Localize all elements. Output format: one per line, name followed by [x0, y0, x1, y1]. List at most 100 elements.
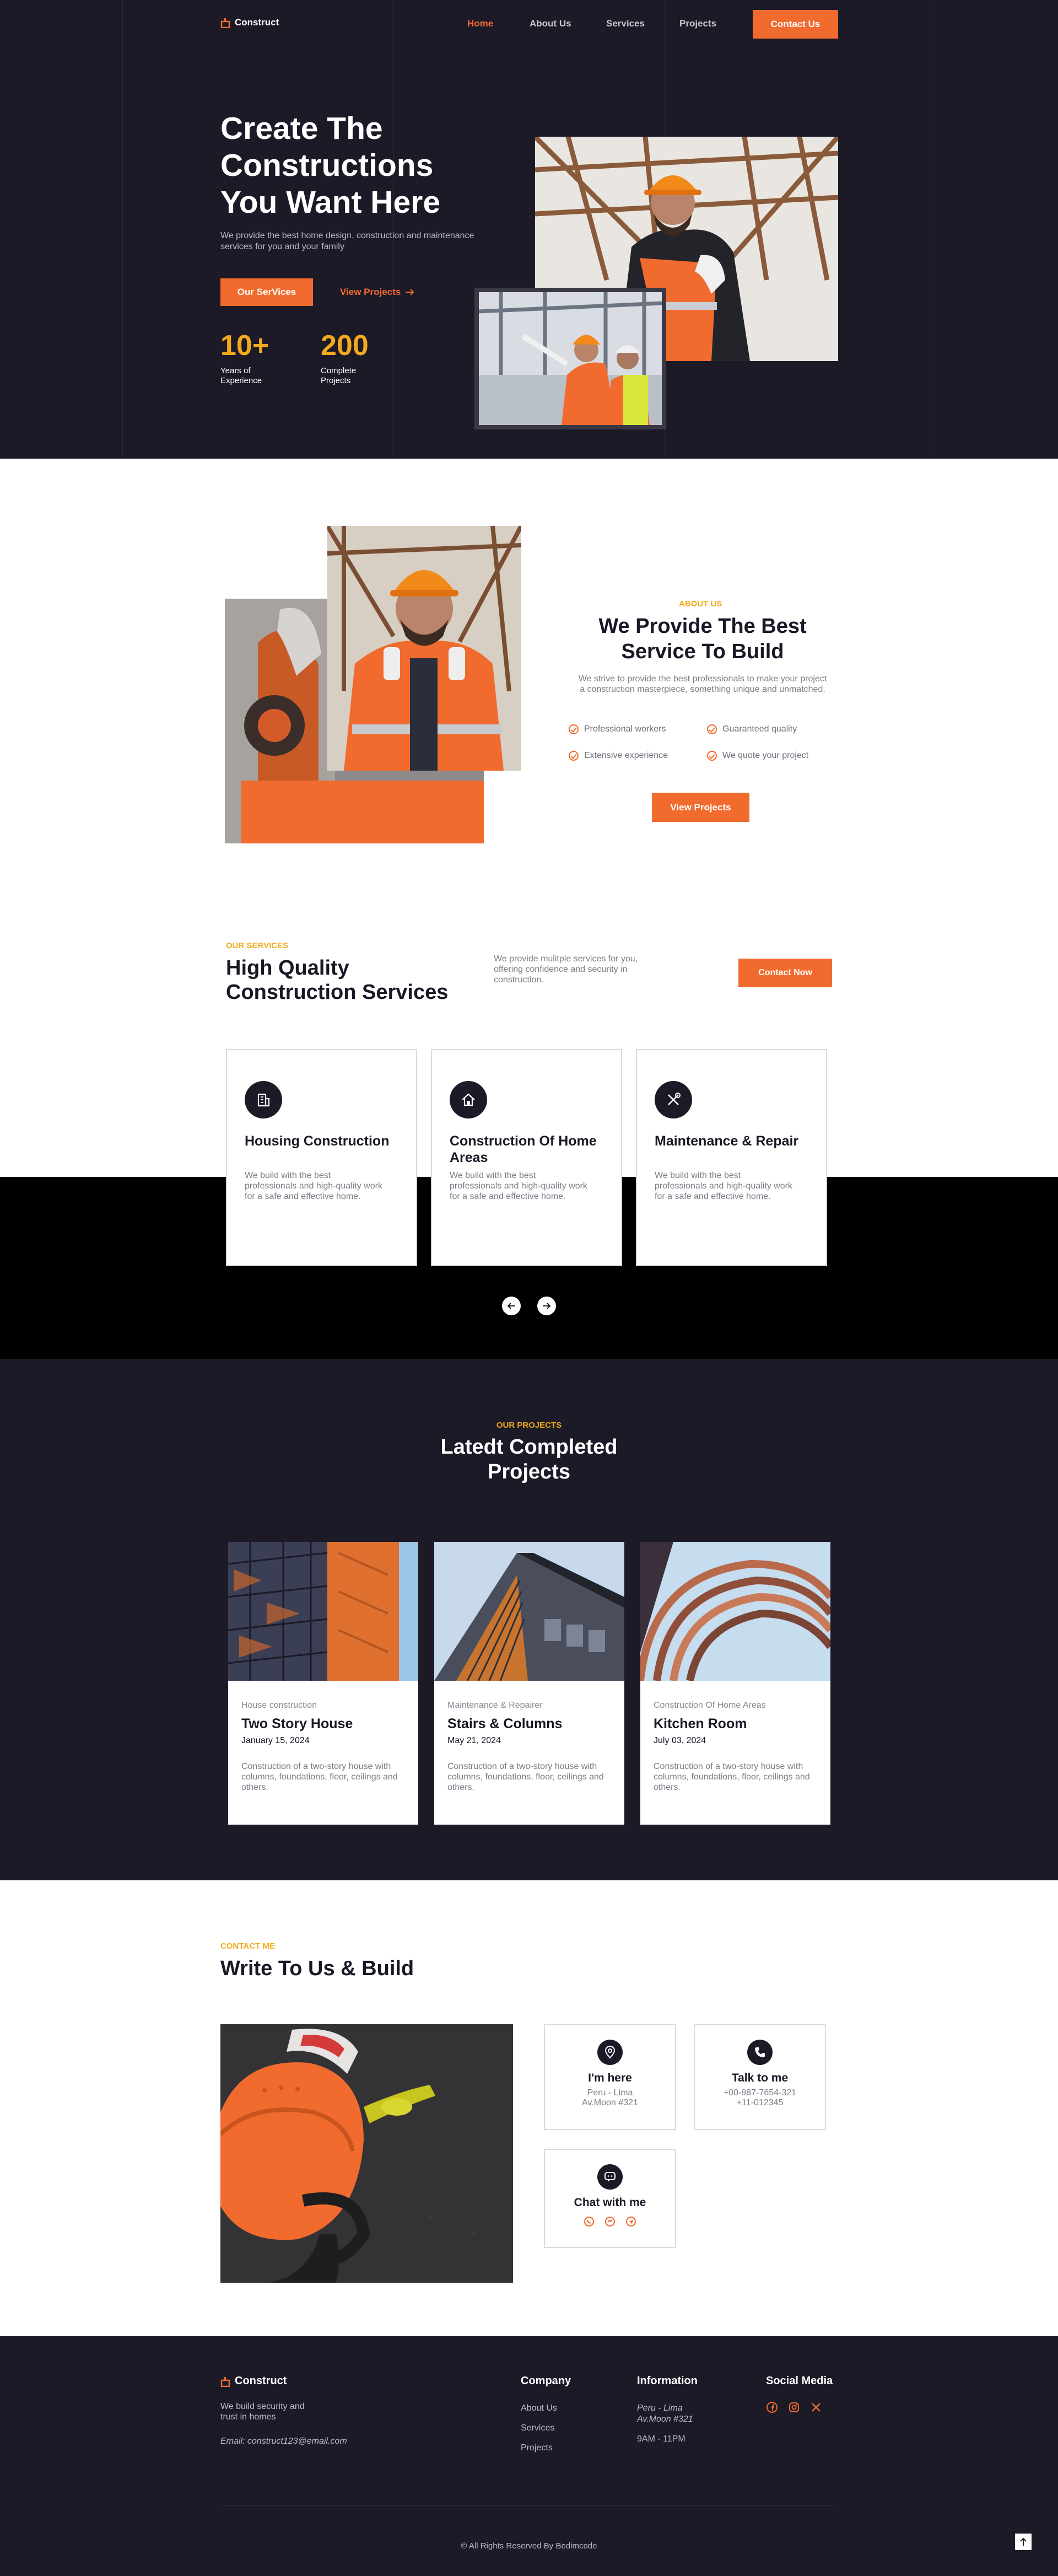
- brand-name: Construct: [235, 17, 279, 28]
- instagram-icon[interactable]: [788, 2401, 800, 2416]
- service-description: We build with the best professionals and…: [245, 1171, 382, 1201]
- stat-label-line: Experience: [220, 376, 262, 385]
- project-date: July 03, 2024: [654, 1736, 706, 1745]
- projects-title: Latedt Completed Projects: [440, 1435, 618, 1483]
- our-services-button[interactable]: Our SerVices: [220, 278, 313, 306]
- brand-logo[interactable]: Construct: [220, 17, 279, 29]
- services-text: We provide mulitple services for you, of…: [494, 954, 638, 985]
- check-label: Extensive experience: [584, 751, 668, 760]
- project-image: [434, 1542, 624, 1681]
- project-card[interactable]: Maintenance & Repairer Stairs & Columns …: [434, 1542, 624, 1825]
- contact-card-location: I'm here Peru - Lima Av.Moon #321: [544, 2024, 676, 2130]
- grid-line: [122, 0, 123, 459]
- navbar: Construct Home About Us Services Project…: [220, 10, 838, 39]
- about-eyebrow: ABOUT US: [679, 599, 722, 609]
- contact-card-line: +11-012345: [736, 2098, 784, 2107]
- service-description: We build with the best professionals and…: [450, 1171, 587, 1201]
- contact-now-button[interactable]: Contact Now: [738, 959, 832, 987]
- project-name: Two Story House: [241, 1716, 353, 1731]
- footer-company-heading: Company: [521, 2375, 571, 2387]
- nav-link-projects[interactable]: Projects: [679, 18, 716, 29]
- check-label: Guaranteed quality: [722, 724, 797, 734]
- hero-title: Create The Constructions You Want Here: [220, 111, 441, 220]
- contact-eyebrow: CONTACT ME: [220, 1942, 275, 1951]
- about-view-projects-button[interactable]: View Projects: [652, 793, 749, 822]
- check-label: Professional workers: [584, 724, 666, 734]
- services-title: High Quality Construction Services: [226, 956, 449, 1004]
- footer-social-heading: Social Media: [766, 2375, 833, 2387]
- hero-section: Construct Home About Us Services Project…: [0, 0, 1058, 459]
- hero-engineers-image: [474, 288, 666, 429]
- project-name: Kitchen Room: [654, 1716, 747, 1731]
- project-date: May 21, 2024: [447, 1736, 501, 1745]
- contact-card-line: Peru - Lima: [587, 2088, 633, 2098]
- carousel-prev-button[interactable]: [502, 1297, 521, 1315]
- project-card[interactable]: Construction Of Home Areas Kitchen Room …: [640, 1542, 830, 1825]
- logo-icon: [220, 17, 230, 29]
- about-text: We strive to provide the best profession…: [578, 674, 827, 694]
- service-card[interactable]: Construction Of Home Areas We build with…: [431, 1049, 622, 1266]
- messenger-icon[interactable]: [604, 2216, 616, 2230]
- footer-link-services[interactable]: Services: [521, 2423, 554, 2433]
- contact-helmet-image: [220, 2024, 513, 2283]
- service-name: Maintenance & Repair: [655, 1133, 799, 1149]
- contact-card-chat: Chat with me: [544, 2149, 676, 2248]
- footer-hours: 9AM - 11PM: [637, 2434, 685, 2444]
- project-date: January 15, 2024: [241, 1736, 310, 1745]
- chat-links: [545, 2216, 675, 2230]
- contact-card-phone: Talk to me +00-987-7654-321 +11-012345: [694, 2024, 826, 2130]
- contact-card-title: I'm here: [588, 2072, 632, 2084]
- check-item: We quote your project: [707, 751, 808, 761]
- service-name: Construction Of Home Areas: [450, 1133, 597, 1165]
- contact-us-button[interactable]: Contact Us: [753, 10, 838, 39]
- footer-social-links: [766, 2401, 822, 2416]
- check-item: Professional workers: [569, 724, 666, 734]
- contact-card-title: Chat with me: [574, 2196, 646, 2209]
- project-image: [640, 1542, 830, 1681]
- check-item: Extensive experience: [569, 751, 668, 761]
- view-projects-label: View Projects: [340, 287, 401, 297]
- project-card[interactable]: House construction Two Story House Janua…: [228, 1542, 418, 1825]
- footer-link-about[interactable]: About Us: [521, 2403, 557, 2413]
- check-circle-icon: [569, 724, 579, 734]
- project-description: Construction of a two-story house with c…: [241, 1762, 398, 1792]
- arrow-up-icon: [1020, 2537, 1027, 2546]
- service-description: We build with the best professionals and…: [655, 1171, 792, 1201]
- facebook-icon[interactable]: [766, 2401, 778, 2416]
- service-card[interactable]: Maintenance & Repair We build with the b…: [636, 1049, 827, 1266]
- logo-icon: [220, 2376, 230, 2387]
- nav-link-about[interactable]: About Us: [530, 18, 571, 29]
- contact-card-line: Av.Moon #321: [582, 2098, 638, 2107]
- service-name: Housing Construction: [245, 1133, 390, 1149]
- project-description: Construction of a two-story house with c…: [654, 1762, 810, 1792]
- check-circle-icon: [707, 751, 717, 761]
- phone-icon: [747, 2040, 773, 2065]
- whatsapp-icon[interactable]: [584, 2216, 595, 2230]
- arrow-right-icon: [543, 1303, 551, 1309]
- scroll-to-top-button[interactable]: [1015, 2534, 1032, 2550]
- tools-icon: [655, 1081, 692, 1118]
- stat-years-value: 10+: [220, 330, 269, 362]
- map-pin-icon: [597, 2040, 623, 2065]
- x-twitter-icon[interactable]: [810, 2401, 822, 2416]
- telegram-icon[interactable]: [625, 2216, 636, 2230]
- check-item: Guaranteed quality: [707, 724, 797, 734]
- chat-icon: [597, 2164, 623, 2190]
- view-projects-link[interactable]: View Projects: [340, 287, 415, 298]
- carousel-next-button[interactable]: [537, 1297, 556, 1315]
- arrow-right-icon: [406, 289, 414, 295]
- nav-link-home[interactable]: Home: [467, 18, 493, 29]
- footer-brand-logo[interactable]: Construct: [220, 2375, 287, 2387]
- project-image: [228, 1542, 418, 1681]
- contact-card-line: +00-987-7654-321: [723, 2088, 797, 2098]
- check-circle-icon: [707, 724, 717, 734]
- footer-email-link[interactable]: Email: construct123@email.com: [220, 2437, 347, 2446]
- service-card[interactable]: Housing Construction We build with the b…: [226, 1049, 417, 1266]
- footer-link-projects[interactable]: Projects: [521, 2443, 553, 2453]
- footer-copyright: © All Rights Reserved By Bedimcode: [461, 2541, 597, 2551]
- nav-link-services[interactable]: Services: [606, 18, 645, 29]
- check-label: We quote your project: [722, 751, 809, 760]
- hero-subtitle: We provide the best home design, constru…: [220, 231, 474, 251]
- footer: Construct We build security and trust in…: [0, 2336, 1058, 2576]
- footer-information-heading: Information: [637, 2375, 698, 2387]
